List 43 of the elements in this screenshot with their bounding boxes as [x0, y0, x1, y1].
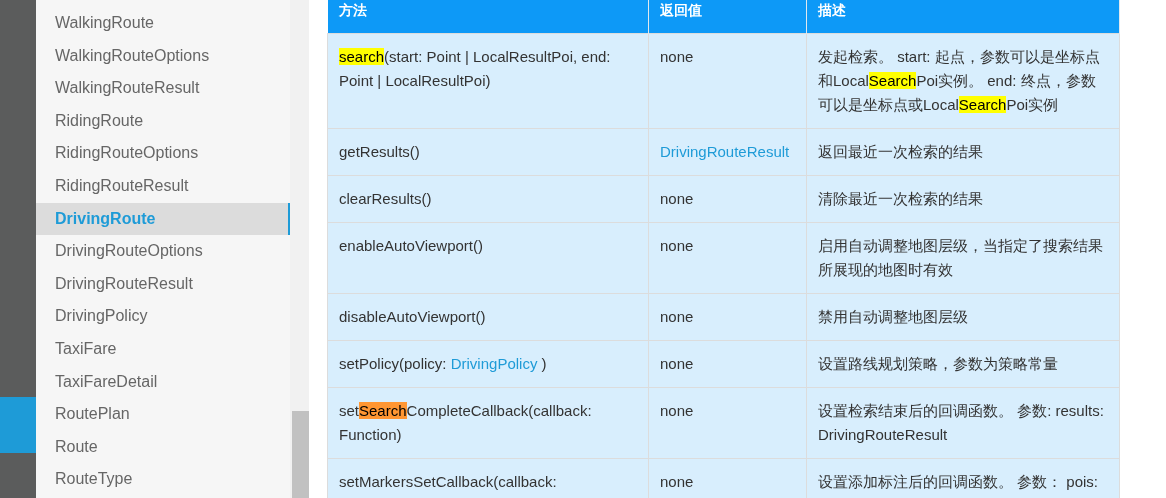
table-cell: 发起检索。 start: 起点，参数可以是坐标点和LocalSearchPoi实例。 end: 终点，参数可以是坐标点或LocalSearchPoi实例 — [806, 33, 1120, 129]
sidebar-item[interactable]: RidingRoute — [36, 104, 290, 138]
sidebar-item[interactable]: WalkingRouteResult — [36, 72, 290, 105]
table-cell: none — [648, 293, 807, 341]
column-header: 描述 — [806, 0, 1120, 34]
table-cell: setMarkersSetCallback(callback: — [327, 458, 649, 498]
table-cell: setPolicy(policy: DrivingPolicy ) — [327, 340, 649, 388]
accent-block — [0, 397, 36, 453]
table-cell: enableAutoViewport() — [327, 222, 649, 294]
table-cell: clearResults() — [327, 175, 649, 223]
table-cell: none — [648, 222, 807, 294]
sidebar-item[interactable]: TaxiFare — [36, 332, 290, 366]
table-cell: getResults() — [327, 128, 649, 176]
sidebar-item[interactable]: RouteType — [36, 463, 290, 496]
table-cell: none — [648, 33, 807, 129]
table-cell: 清除最近一次检索的结果 — [806, 175, 1120, 223]
sidebar-item[interactable]: RoutePlan — [36, 398, 290, 431]
table-cell: 设置添加标注后的回调函数。 参数： pois: — [806, 458, 1120, 498]
scrollbar-thumb[interactable] — [292, 411, 309, 498]
scrollbar[interactable] — [290, 0, 309, 498]
sidebar-item[interactable]: RidingRouteResult — [36, 169, 290, 203]
table-cell: disableAutoViewport() — [327, 293, 649, 341]
table-cell: 设置检索结束后的回调函数。 参数: results: DrivingRouteResult — [806, 387, 1120, 459]
table-cell: none — [648, 387, 807, 459]
sidebar-item[interactable]: RidingRouteOptions — [36, 137, 290, 170]
column-header: 返回值 — [648, 0, 807, 34]
table-cell: none — [648, 458, 807, 498]
table-cell: 禁用自动调整地图层级 — [806, 293, 1120, 341]
sidebar-item[interactable]: DrivingRouteResult — [36, 267, 290, 301]
table-cell: 启用自动调整地图层级，当指定了搜索结果所展现的地图时有效 — [806, 222, 1120, 294]
sidebar-item[interactable]: DrivingPolicy — [36, 300, 290, 333]
sidebar-item[interactable]: WalkingRoute — [36, 7, 290, 40]
column-header: 方法 — [327, 0, 649, 34]
table-cell: setSearchCompleteCallback(callback: Function) — [327, 387, 649, 459]
sidebar-item[interactable]: Route — [36, 430, 290, 464]
table-cell: 返回最近一次检索的结果 — [806, 128, 1120, 176]
sidebar-item[interactable]: DrivingRouteOptions — [36, 235, 290, 268]
table-cell: search(start: Point | LocalResultPoi, end: Point | LocalResultPoi) — [327, 33, 649, 129]
table-cell: none — [648, 340, 807, 388]
table-cell: 设置路线规划策略，参数为策略常量 — [806, 340, 1120, 388]
sidebar-item[interactable]: WalkingRouteOptions — [36, 39, 290, 73]
sidebar-item[interactable]: TaxiFareDetail — [36, 365, 290, 399]
table-cell: none — [648, 175, 807, 223]
